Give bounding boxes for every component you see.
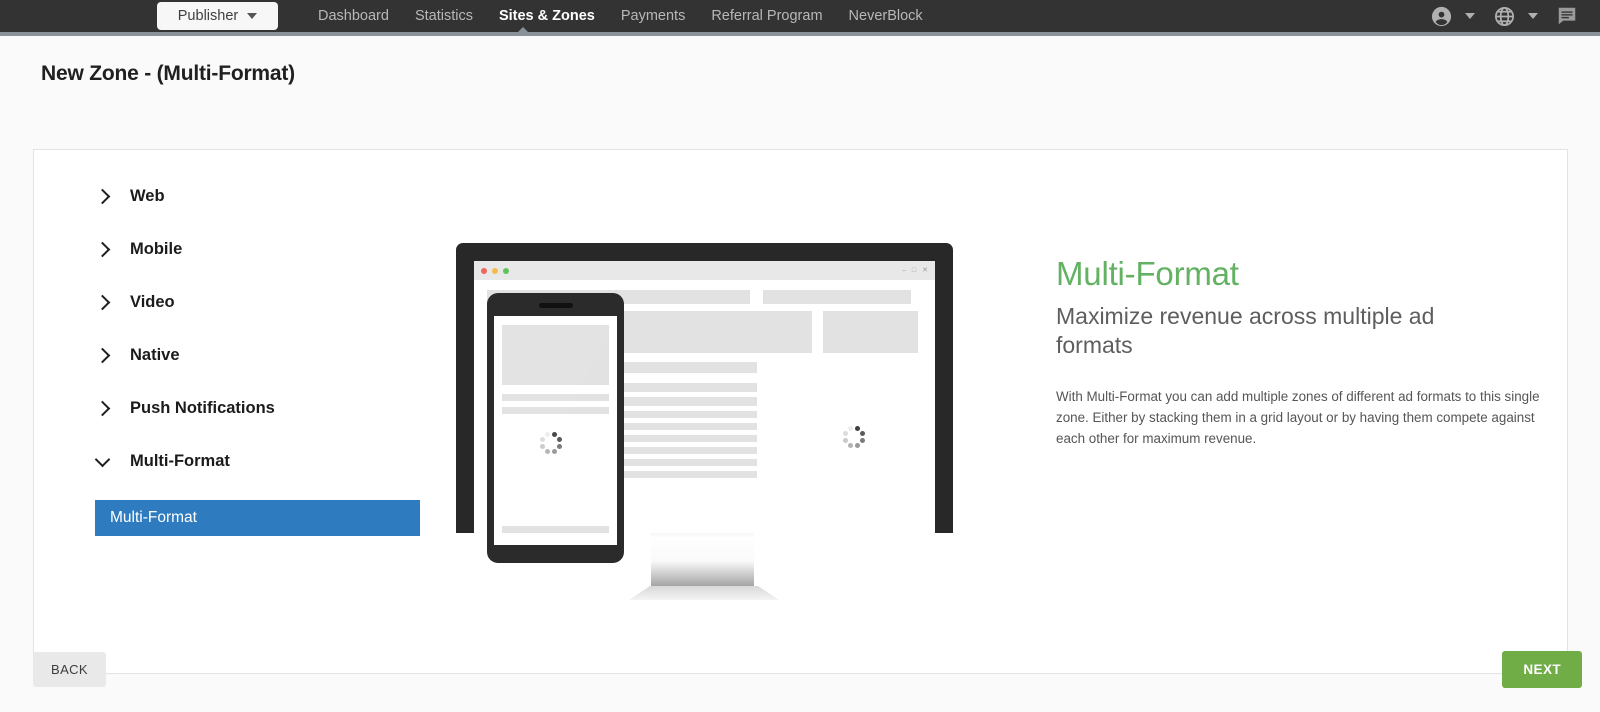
nav-tab-neverblock[interactable]: NeverBlock: [836, 0, 936, 32]
multi-format-devices-illustration: ⎯ □ ✕: [454, 150, 999, 673]
close-icon: ✕: [922, 267, 928, 274]
format-subitem-multi-format-selected[interactable]: Multi-Format: [95, 500, 420, 536]
chevron-right-icon: [94, 294, 111, 311]
active-tab-pointer-icon: [514, 27, 532, 36]
top-navigation-bar: Publisher Dashboard Statistics Sites & Z…: [0, 0, 1600, 36]
format-item-push-notifications[interactable]: Push Notifications: [34, 382, 454, 435]
chevron-right-icon: [94, 347, 111, 364]
nav-tab-payments[interactable]: Payments: [608, 0, 698, 32]
format-item-label: Multi-Format: [130, 452, 230, 470]
traffic-light-yellow-icon: [492, 267, 498, 274]
browser-title-bar: ⎯ □ ✕: [474, 261, 935, 280]
back-button[interactable]: BACK: [33, 652, 107, 687]
publisher-account-label: Publisher: [177, 8, 239, 24]
nav-tab-referral-program[interactable]: Referral Program: [698, 0, 835, 32]
next-button[interactable]: NEXT: [1502, 651, 1582, 688]
nav-tab-dashboard[interactable]: Dashboard: [305, 0, 402, 32]
traffic-light-green-icon: [503, 267, 509, 274]
placeholder-block: [502, 325, 609, 385]
mobile-phone: [487, 293, 624, 563]
traffic-light-red-icon: [481, 267, 487, 274]
monitor-stand-base: [629, 586, 779, 600]
format-subitem-label: Multi-Format: [110, 509, 197, 526]
language-chevron-down-icon[interactable]: [1528, 13, 1538, 19]
placeholder-line: [502, 407, 609, 414]
format-item-native[interactable]: Native: [34, 329, 454, 382]
page-title: New Zone - (Multi-Format): [41, 62, 295, 85]
format-accordion-list: Web Mobile Video Native Push Notificatio…: [34, 150, 454, 673]
phone-content-placeholder: [494, 316, 617, 414]
format-item-web[interactable]: Web: [34, 170, 454, 223]
nav-tab-statistics[interactable]: Statistics: [402, 0, 486, 32]
top-navigation-right-actions: [1424, 5, 1600, 28]
chevron-right-icon: [94, 400, 111, 417]
format-info-description: With Multi-Format you can add multiple z…: [1056, 388, 1540, 446]
placeholder-block: [763, 290, 911, 304]
monitor-stand-neck: [651, 533, 754, 595]
format-info-subheading: Maximize revenue across multiple ad form…: [1056, 303, 1435, 358]
format-item-label: Web: [130, 187, 165, 205]
account-icon[interactable]: [1424, 5, 1459, 28]
format-item-multi-format[interactable]: Multi-Format: [34, 435, 454, 488]
window-controls: ⎯ □ ✕: [902, 267, 928, 274]
format-item-label: Video: [130, 293, 175, 311]
format-item-mobile[interactable]: Mobile: [34, 223, 454, 276]
loading-spinner-icon: [539, 431, 563, 455]
page-body: New Zone - (Multi-Format) Web Mobile Vid…: [0, 36, 1600, 712]
phone-screen: [494, 316, 617, 545]
format-item-label: Native: [130, 346, 180, 364]
zone-format-card: Web Mobile Video Native Push Notificatio…: [33, 149, 1568, 674]
format-item-label: Push Notifications: [130, 399, 275, 417]
placeholder-block: [823, 311, 918, 353]
format-item-video[interactable]: Video: [34, 276, 454, 329]
chat-icon[interactable]: [1550, 5, 1584, 27]
placeholder-line: [502, 526, 609, 533]
globe-icon[interactable]: [1487, 5, 1522, 28]
nav-tabs: Dashboard Statistics Sites & Zones Payme…: [305, 0, 936, 32]
placeholder-line: [502, 394, 609, 401]
chevron-down-icon: [94, 451, 111, 468]
account-chevron-down-icon[interactable]: [1465, 13, 1475, 19]
phone-speaker-icon: [538, 303, 573, 308]
format-item-label: Mobile: [130, 240, 183, 258]
format-info-panel: Multi-Format Maximize revenue across mul…: [999, 150, 1567, 673]
publisher-account-selector[interactable]: Publisher: [157, 2, 278, 30]
wizard-footer: BACK NEXT: [0, 638, 1600, 712]
chevron-right-icon: [94, 241, 111, 258]
loading-spinner-icon: [842, 425, 866, 449]
format-info-heading: Multi-Format: [1056, 255, 1239, 292]
chevron-right-icon: [94, 188, 111, 205]
maximize-icon: □: [911, 267, 917, 274]
nav-tab-sites-and-zones[interactable]: Sites & Zones: [486, 0, 608, 32]
chevron-down-icon: [247, 13, 258, 19]
minimize-icon: ⎯: [902, 267, 906, 274]
